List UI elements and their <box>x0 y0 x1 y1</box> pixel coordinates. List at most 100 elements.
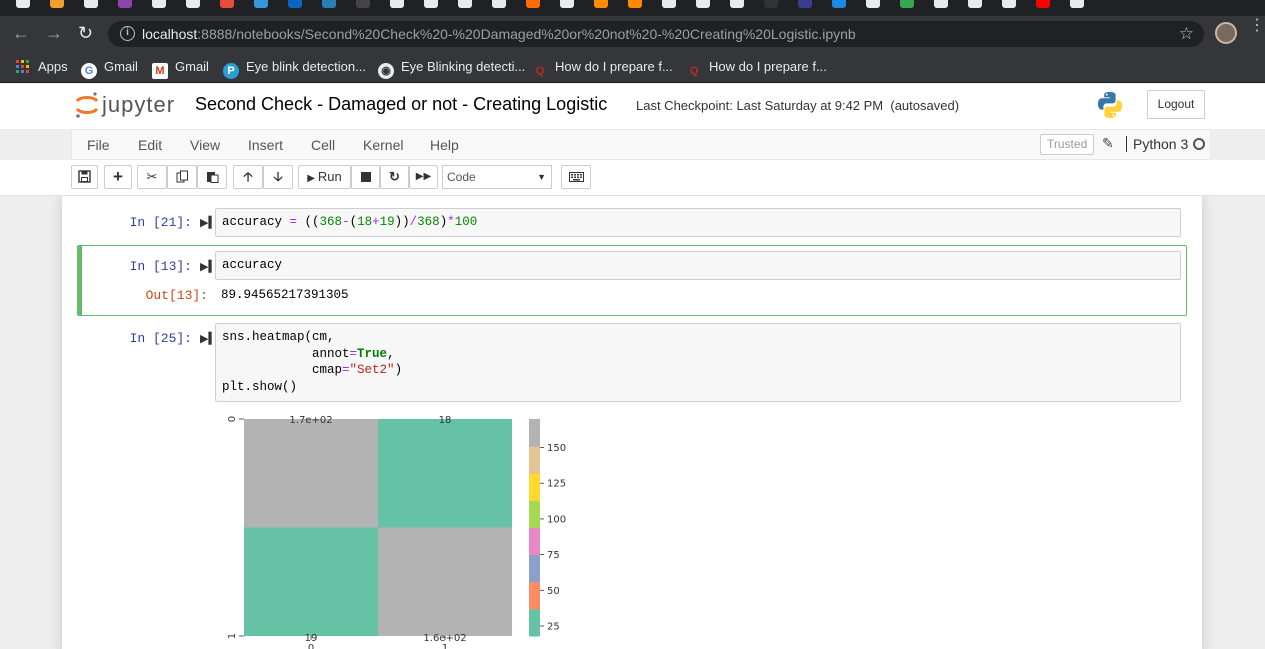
bookmarks-bar: Apps G Gmail M Gmail P Eye blink detection.… <box>0 51 1265 83</box>
cut-button[interactable]: ✂ <box>137 165 167 189</box>
checkpoint-text: Last Checkpoint: Last Saturday at 9:42 P… <box>636 98 884 113</box>
browser-tab-favicon[interactable] <box>526 0 540 8</box>
address-bar[interactable]: i localhost:8888/notebooks/Second%20Chec… <box>108 21 1204 47</box>
browser-tab-favicon[interactable] <box>152 0 166 8</box>
browser-tab-favicon[interactable] <box>390 0 404 8</box>
bookmark-quora-1[interactable]: Q How do I prepare f... <box>532 58 673 77</box>
bookmark-quora-2[interactable]: Q How do I prepare f... <box>686 58 827 77</box>
move-down-button[interactable]: 🡣 <box>263 165 293 189</box>
browser-tab-favicon[interactable] <box>220 0 234 8</box>
heatmap-annotation: 18 <box>439 415 452 426</box>
restart-run-all-button[interactable]: ▶▶ <box>409 165 438 189</box>
browser-tab-favicon[interactable] <box>968 0 982 8</box>
restart-kernel-button[interactable]: ↻ <box>380 165 409 189</box>
output-prompt: Out[13]: <box>145 288 208 303</box>
browser-tab-favicon[interactable] <box>866 0 880 8</box>
browser-tab-favicon[interactable] <box>594 0 608 8</box>
gmail-icon: M <box>152 63 168 79</box>
browser-tab-favicon[interactable] <box>900 0 914 8</box>
plus-icon: + <box>113 167 123 186</box>
profile-avatar[interactable] <box>1215 22 1237 44</box>
browser-tab-favicon[interactable] <box>696 0 710 8</box>
logout-button[interactable]: Logout <box>1147 90 1205 119</box>
browser-tab-favicon[interactable] <box>662 0 676 8</box>
browser-tab-favicon[interactable] <box>1070 0 1084 8</box>
code-cell-25[interactable]: In [25]: ▶▍ sns.heatmap(cm, annot=True, … <box>77 322 1187 402</box>
y-tick-label: 1 <box>227 633 238 639</box>
interrupt-kernel-button[interactable] <box>351 165 380 189</box>
stop-icon <box>360 172 371 182</box>
jupyter-logo-text[interactable]: jupyter <box>102 92 175 118</box>
bookmark-star-icon[interactable]: ☆ <box>1179 24 1194 44</box>
browser-menu-icon[interactable]: ⋮ <box>1249 18 1265 34</box>
menu-edit[interactable]: Edit <box>138 137 162 153</box>
browser-tab-favicon[interactable] <box>798 0 812 8</box>
menu-help[interactable]: Help <box>430 137 459 153</box>
browser-tab-favicon[interactable] <box>934 0 948 8</box>
cell-type-select[interactable]: Code ▼ <box>442 165 552 189</box>
paste-button[interactable] <box>197 165 227 189</box>
save-button[interactable] <box>71 165 98 189</box>
browser-tab-favicon[interactable] <box>118 0 132 8</box>
bookmark-eye-blinking-detecti[interactable]: ◉ Eye Blinking detecti... <box>378 58 525 79</box>
bookmark-apps[interactable]: Apps <box>15 58 68 76</box>
menu-cell[interactable]: Cell <box>311 137 335 153</box>
back-icon[interactable]: ← <box>12 23 30 43</box>
menu-view[interactable]: View <box>190 137 220 153</box>
browser-tab-favicon[interactable] <box>730 0 744 8</box>
browser-tab-favicon[interactable] <box>492 0 506 8</box>
code-cell-13-selected[interactable]: In [13]: ▶▍ accuracy Out[13]: 89.9456521… <box>77 245 1187 316</box>
code-input[interactable]: sns.heatmap(cm, annot=True, cmap="Set2")… <box>215 323 1181 402</box>
run-button[interactable]: ▶​ Run <box>298 165 351 189</box>
move-up-button[interactable]: 🡡 <box>233 165 263 189</box>
browser-tab-favicon[interactable] <box>832 0 846 8</box>
browser-tab-favicon[interactable] <box>1036 0 1050 8</box>
insert-cell-button[interactable]: + <box>104 165 132 189</box>
browser-tab-favicon[interactable] <box>560 0 574 8</box>
y-tick-label: 0 <box>227 416 238 422</box>
browser-tab-strip[interactable] <box>0 0 1265 16</box>
kernel-name[interactable]: Python 3 <box>1126 136 1188 152</box>
fast-forward-icon: ▶▶ <box>415 171 432 182</box>
browser-tab-favicon[interactable] <box>186 0 200 8</box>
site-info-icon[interactable]: i <box>120 26 135 41</box>
notebook-title[interactable]: Second Check - Damaged or not - Creating… <box>195 94 607 115</box>
browser-tab-favicon[interactable] <box>764 0 778 8</box>
command-palette-button[interactable] <box>561 165 591 189</box>
forward-icon[interactable]: → <box>45 23 63 43</box>
notebook-site[interactable]: In [21]: ▶▍ accuracy = ((368-(18+19))/36… <box>0 196 1265 649</box>
jupyter-header: jupyter Second Check - Damaged or not - … <box>0 84 1265 129</box>
copy-button[interactable] <box>167 165 197 189</box>
bookmark-label: How do I prepare f... <box>555 59 673 74</box>
checkpoint-status: Last Checkpoint: Last Saturday at 9:42 P… <box>636 98 959 113</box>
bookmark-eye-blink-detection[interactable]: P Eye blink detection... <box>223 58 366 79</box>
quora-icon: Q <box>689 65 699 77</box>
edit-mode-pencil-icon: ✎ <box>1102 135 1114 151</box>
code-input[interactable]: accuracy = ((368-(18+19))/368)*100 <box>215 208 1181 237</box>
browser-tab-favicon[interactable] <box>424 0 438 8</box>
run-label: Run <box>317 169 342 184</box>
browser-tab-favicon[interactable] <box>1002 0 1016 8</box>
bookmark-gmail[interactable]: M Gmail <box>152 58 209 79</box>
browser-tab-favicon[interactable] <box>84 0 98 8</box>
trusted-indicator[interactable]: Trusted <box>1040 134 1095 155</box>
browser-tab-favicon[interactable] <box>322 0 336 8</box>
jupyter-logo-icon[interactable] <box>74 90 100 120</box>
browser-tab-favicon[interactable] <box>16 0 30 8</box>
code-input[interactable]: accuracy <box>215 251 1181 280</box>
menu-kernel[interactable]: Kernel <box>363 137 403 153</box>
bookmark-gmail-google[interactable]: G Gmail <box>81 58 138 79</box>
menu-file[interactable]: File <box>87 137 110 153</box>
browser-tab-favicon[interactable] <box>458 0 472 8</box>
kernel-idle-indicator-icon <box>1193 138 1205 150</box>
browser-tab-favicon[interactable] <box>628 0 642 8</box>
code-cell-21[interactable]: In [21]: ▶▍ accuracy = ((368-(18+19))/36… <box>77 206 1187 239</box>
browser-tab-favicon[interactable] <box>254 0 268 8</box>
browser-tab-favicon[interactable] <box>356 0 370 8</box>
url-text[interactable]: localhost:8888/notebooks/Second%20Check%… <box>142 26 856 42</box>
browser-tab-favicon[interactable] <box>50 0 64 8</box>
reload-icon[interactable]: ↻ <box>78 23 93 43</box>
browser-tab-favicon[interactable] <box>288 0 302 8</box>
menu-insert[interactable]: Insert <box>248 137 283 153</box>
url-host: localhost <box>142 26 198 42</box>
